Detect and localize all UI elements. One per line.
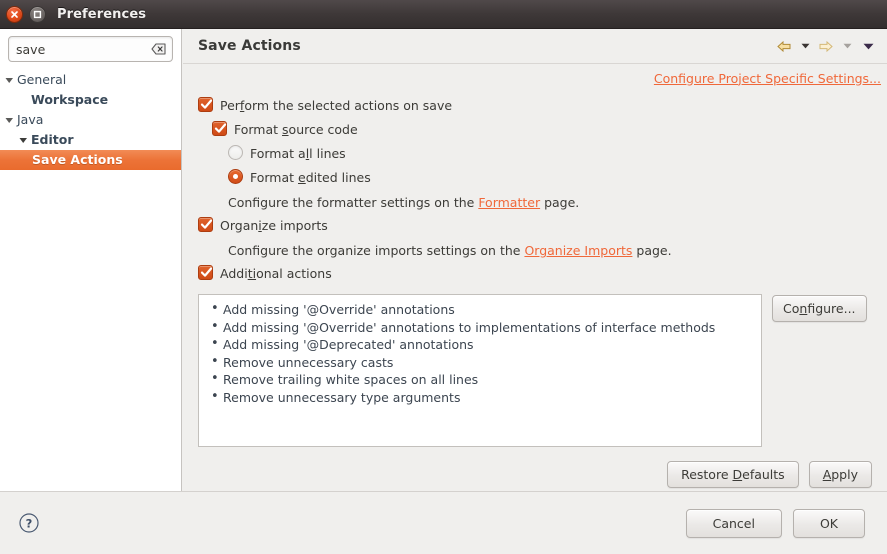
organize-imports-link[interactable]: Organize Imports xyxy=(524,243,632,258)
preferences-tree: General Workspace Java Editor Save Actio… xyxy=(0,70,181,170)
organize-desc-suffix: page. xyxy=(632,243,672,258)
restore-defaults-button[interactable]: Restore Defaults xyxy=(667,461,799,488)
format-source-code-label: Format source code xyxy=(234,122,358,137)
svg-text:?: ? xyxy=(26,516,33,530)
cancel-button[interactable]: Cancel xyxy=(685,508,782,538)
apply-button[interactable]: Apply xyxy=(808,461,872,488)
page-header: Save Actions xyxy=(183,29,887,64)
window-title: Preferences xyxy=(57,6,147,22)
format-all-lines-label: Format all lines xyxy=(250,146,346,161)
search-input[interactable] xyxy=(9,37,172,61)
configure-button[interactable]: Configure... xyxy=(772,295,867,322)
list-item: Add missing '@Override' annotations to i… xyxy=(207,318,757,337)
list-item: Remove trailing white spaces on all line… xyxy=(207,370,757,389)
forward-arrow-icon xyxy=(816,36,836,56)
menu-dropdown-icon[interactable] xyxy=(858,36,878,56)
tree-item-label: Save Actions xyxy=(32,152,123,167)
perform-actions-checkbox-row[interactable]: Perform the selected actions on save xyxy=(198,96,878,120)
navigation-toolbar xyxy=(774,36,878,56)
tree-item-save-actions[interactable]: Save Actions xyxy=(0,150,181,170)
clear-icon[interactable] xyxy=(151,43,166,55)
maximize-icon[interactable] xyxy=(29,5,46,23)
ok-button[interactable]: OK xyxy=(792,508,865,538)
chevron-down-icon[interactable] xyxy=(18,135,29,146)
additional-actions-checkbox-row[interactable]: Additional actions xyxy=(198,264,878,288)
formatter-description: Configure the formatter settings on the … xyxy=(198,192,878,216)
tree-item-workspace[interactable]: Workspace xyxy=(0,90,181,110)
checkbox-checked-icon[interactable] xyxy=(198,97,213,112)
additional-actions-block: Add missing '@Override' annotationsAdd m… xyxy=(198,294,878,447)
back-dropdown-icon[interactable] xyxy=(795,36,815,56)
formatter-desc-prefix: Configure the formatter settings on the xyxy=(228,195,479,210)
configure-project-specific-settings-link[interactable]: Configure Project Specific Settings... xyxy=(654,71,881,86)
formatter-link[interactable]: Formatter xyxy=(478,195,540,210)
project-settings-link-row: Configure Project Specific Settings... xyxy=(183,64,887,92)
organize-desc-prefix: Configure the organize imports settings … xyxy=(228,243,525,258)
tree-item-java[interactable]: Java xyxy=(0,110,181,130)
page-title: Save Actions xyxy=(198,38,301,54)
list-item: Remove unnecessary casts xyxy=(207,353,757,372)
organize-imports-checkbox-row[interactable]: Organize imports xyxy=(198,216,878,240)
additional-actions-label: Additional actions xyxy=(220,266,332,281)
sidebar: General Workspace Java Editor xyxy=(0,29,182,491)
dialog-footer: ? Cancel OK xyxy=(0,491,887,554)
preferences-dialog: Preferences General xyxy=(0,0,887,554)
format-edited-lines-radio-row[interactable]: Format edited lines xyxy=(198,168,878,192)
tree-item-editor[interactable]: Editor xyxy=(0,130,181,150)
format-all-lines-radio-row[interactable]: Format all lines xyxy=(198,144,878,168)
format-edited-lines-label: Format edited lines xyxy=(250,170,371,185)
list-item: Add missing '@Deprecated' annotations xyxy=(207,335,757,354)
footer-buttons: Cancel OK xyxy=(685,508,865,538)
window-titlebar: Preferences xyxy=(0,0,887,29)
tree-item-general[interactable]: General xyxy=(0,70,181,90)
format-source-code-checkbox-row[interactable]: Format source code xyxy=(198,120,878,144)
checkbox-checked-icon[interactable] xyxy=(198,265,213,280)
tree-item-label: Java xyxy=(17,112,44,127)
organize-imports-description: Configure the organize imports settings … xyxy=(198,240,878,264)
back-arrow-icon[interactable] xyxy=(774,36,794,56)
options-area: Perform the selected actions on save For… xyxy=(183,92,887,488)
tree-item-label: Editor xyxy=(31,132,74,147)
checkbox-checked-icon[interactable] xyxy=(212,121,227,136)
list-item: Remove unnecessary type arguments xyxy=(207,388,757,407)
content-pane: Save Actions Configure Project Specific … xyxy=(183,29,887,491)
tree-item-label: Workspace xyxy=(31,92,109,107)
additional-actions-list[interactable]: Add missing '@Override' annotationsAdd m… xyxy=(198,294,762,447)
chevron-down-icon[interactable] xyxy=(4,115,15,126)
checkbox-checked-icon[interactable] xyxy=(198,217,213,232)
perform-actions-label: Perform the selected actions on save xyxy=(220,98,453,113)
search-box[interactable] xyxy=(8,36,173,62)
formatter-desc-suffix: page. xyxy=(540,195,580,210)
actions-list: Add missing '@Override' annotationsAdd m… xyxy=(207,300,757,407)
list-item: Add missing '@Override' annotations xyxy=(207,300,757,319)
close-icon[interactable] xyxy=(6,5,23,23)
chevron-down-icon[interactable] xyxy=(4,75,15,86)
organize-imports-label: Organize imports xyxy=(220,218,328,233)
search-area xyxy=(0,29,181,62)
help-icon[interactable]: ? xyxy=(18,512,40,534)
page-button-row: Restore Defaults Apply xyxy=(198,461,878,488)
tree-item-label: General xyxy=(17,72,67,87)
forward-dropdown-icon xyxy=(837,36,857,56)
radio-unselected-icon[interactable] xyxy=(228,145,243,160)
radio-selected-icon[interactable] xyxy=(228,169,243,184)
